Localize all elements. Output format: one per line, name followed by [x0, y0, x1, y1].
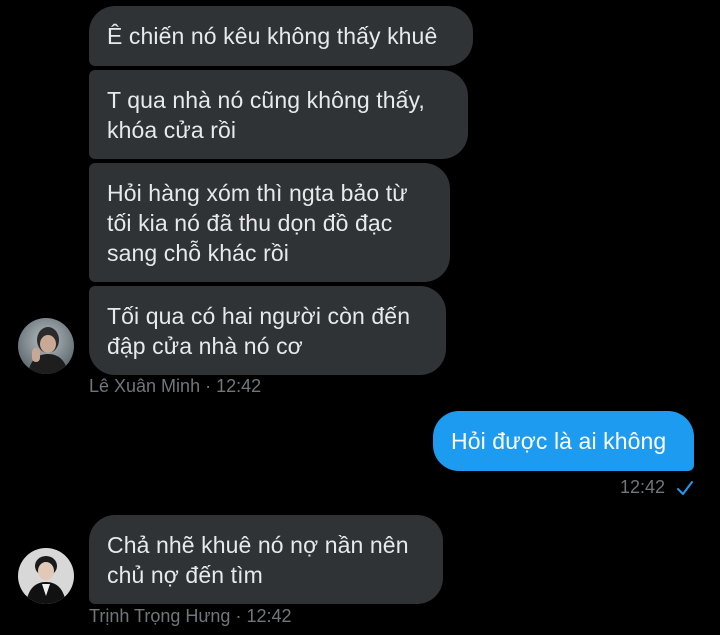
- message-bubble-incoming[interactable]: Chả nhẽ khuê nó nợ nần nên chủ nợ đến tì…: [89, 515, 443, 604]
- avatar-photo-icon: [18, 318, 74, 374]
- message-bubble-incoming[interactable]: T qua nhà nó cũng không thấy, khóa cửa r…: [89, 70, 468, 159]
- message-bubble-incoming[interactable]: Ê chiến nó kêu không thấy khuê: [89, 6, 473, 66]
- meta-separator: ·: [235, 606, 242, 626]
- check-icon: [677, 481, 694, 496]
- message-meta-outgoing: 12:42: [620, 477, 694, 498]
- message-bubble-outgoing[interactable]: Hỏi được là ai không: [433, 411, 694, 471]
- message-meta-le-xuan-minh: Lê Xuân Minh · 12:42: [89, 376, 261, 397]
- message-time: 12:42: [216, 376, 262, 396]
- avatar-photo-icon: [18, 548, 74, 604]
- message-bubble-incoming[interactable]: Hỏi hàng xóm thì ngta bảo từ tối kia nó …: [89, 163, 450, 282]
- avatar-le-xuan-minh[interactable]: [18, 318, 74, 374]
- sender-name[interactable]: Lê Xuân Minh: [89, 376, 200, 396]
- sender-name[interactable]: Trịnh Trọng Hưng: [89, 606, 230, 626]
- message-time: 12:42: [620, 477, 666, 497]
- message-meta-trinh-trong-hung: Trịnh Trọng Hưng · 12:42: [89, 606, 292, 627]
- avatar-trinh-trong-hung[interactable]: [18, 548, 74, 604]
- message-time: 12:42: [246, 606, 292, 626]
- message-bubble-incoming[interactable]: Tối qua có hai người còn đến đập cửa nhà…: [89, 286, 446, 375]
- meta-separator: ·: [205, 376, 212, 396]
